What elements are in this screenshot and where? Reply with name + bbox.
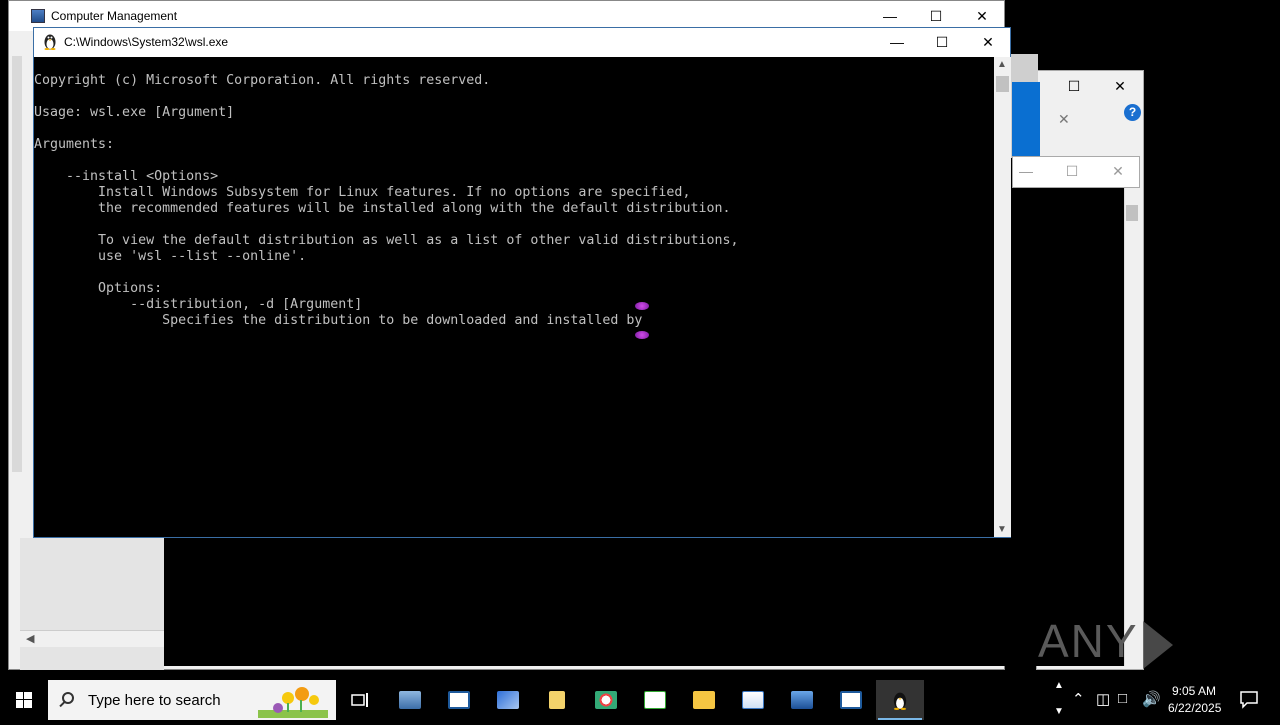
console-line: --distribution, -d [Argument] [34,297,363,312]
network-computer-icon [791,691,813,709]
taskbar-app-paint[interactable] [582,680,630,720]
tray-scroll-up-icon[interactable]: ▲ [1054,680,1064,691]
clock-time[interactable]: 9:05 AM [1172,684,1216,698]
maximize-button[interactable]: ☐ [1049,157,1095,187]
help-icon[interactable]: ? [1124,104,1141,121]
taskbar-app-computer-management[interactable] [386,680,434,720]
document-search-icon [549,691,565,709]
close-icon[interactable]: ✕ [1058,111,1070,128]
scrollbar-thumb[interactable] [1126,205,1138,221]
cursor-bottom-icon [635,331,649,339]
tree-pane-edge [12,56,22,472]
tree-pane-bottom [20,538,164,670]
tray-scroll-down-icon[interactable]: ▼ [1054,706,1064,717]
console-line: Install Windows Subsystem for Linux feat… [34,185,691,200]
console-line: use 'wsl --list --online'. [34,249,307,264]
network-adapter-icon[interactable]: ◫ [1096,690,1110,708]
console-line: Usage: wsl.exe [Argument] [34,105,235,120]
folder-icon [693,691,715,709]
network-icon[interactable]: □ [1118,690,1127,707]
registry-icon [497,691,519,709]
console-line: the recommended features will be install… [34,201,731,216]
volume-icon[interactable]: 🔊 [1142,690,1161,708]
horizontal-scrollbar[interactable]: ◀ [20,630,164,647]
scroll-up-icon[interactable]: ▲ [997,59,1007,70]
taskbar-app-console[interactable] [827,680,875,720]
event-viewer-icon [448,691,470,709]
wsl-console-window: C:\Windows\System32\wsl.exe — ☐ ✕ Copyri… [33,27,1011,538]
play-logo-icon [1142,620,1173,669]
scroll-down-icon[interactable]: ▼ [997,524,1007,535]
search-highlight-flowers-icon [258,687,328,718]
taskbar-app-registry[interactable] [484,680,532,720]
close-button[interactable]: ✕ [965,28,1011,58]
close-button[interactable]: ✕ [1097,71,1143,101]
linux-penguin-icon [893,692,907,710]
clock-date[interactable]: 6/22/2025 [1168,701,1221,715]
background-window-banner [1012,82,1040,158]
background-dialog-titlebar[interactable]: — ☐ ✕ [1012,156,1140,188]
taskbar-app-event-viewer[interactable] [435,680,483,720]
computer-management-title: Computer Management [51,9,178,23]
close-button[interactable]: ✕ [1095,157,1141,187]
taskbar-app-explorer-search[interactable] [533,680,581,720]
windows-logo-icon [16,692,32,708]
console-window-icon [840,691,862,709]
search-icon [62,692,74,704]
linux-penguin-icon [44,34,56,50]
watermark-left-text: ANY [1038,615,1139,667]
maximize-button[interactable]: ☐ [1051,71,1097,101]
console-line: Specifies the distribution to be downloa… [34,313,643,328]
computer-management-icon [399,691,421,709]
show-hidden-icons-chevron-icon[interactable]: ⌃ [1072,690,1085,708]
search-placeholder: Type here to search [88,692,221,709]
task-view-button[interactable] [336,680,384,720]
wordpad-icon [742,691,764,709]
taskbar-app-wsl[interactable] [876,680,924,720]
console-line: --install <Options> [34,169,219,184]
console-scrollbar-thumb[interactable] [996,76,1009,92]
content-pane [164,538,1006,666]
console-output[interactable]: Copyright (c) Microsoft Corporation. All… [34,57,994,537]
wsl-window-title: C:\Windows\System32\wsl.exe [64,35,229,49]
chart-document-icon [644,691,666,709]
cursor-top-icon [635,302,649,310]
taskbar-app-chart[interactable] [631,680,679,720]
scroll-left-icon[interactable]: ◀ [26,632,34,645]
console-line: To view the default distribution as well… [34,233,739,248]
console-line: Copyright (c) Microsoft Corporation. All… [34,73,491,88]
console-line: Arguments: [34,137,115,152]
taskbar-app-wordpad[interactable] [729,680,777,720]
task-view-icon [351,693,368,707]
wsl-titlebar[interactable]: C:\Windows\System32\wsl.exe — ☐ ✕ [34,28,1010,57]
paint-icon [595,691,617,709]
background-dialog-body [1012,188,1124,666]
system-tray: ▲ ▼ ⌃ ◫ □ 🔊 9:05 AM 6/22/2025 [1050,680,1280,720]
maximize-button[interactable]: ☐ [919,28,965,58]
taskbar-app-network[interactable] [778,680,826,720]
minimize-button[interactable]: — [874,28,920,58]
taskbar: Type here to search ▲ ▼ ⌃ ◫ □ 🔊 9:05 AM … [0,680,1280,720]
taskbar-app-file-explorer[interactable] [680,680,728,720]
taskbar-search-box[interactable]: Type here to search [48,680,336,720]
console-vertical-scrollbar[interactable]: ▲ ▼ [994,57,1011,537]
start-button[interactable] [0,680,48,720]
console-line: Options: [34,281,163,296]
vertical-scrollbar[interactable] [1124,188,1140,666]
notification-center-icon[interactable] [1238,688,1260,710]
computer-management-icon [31,9,45,23]
